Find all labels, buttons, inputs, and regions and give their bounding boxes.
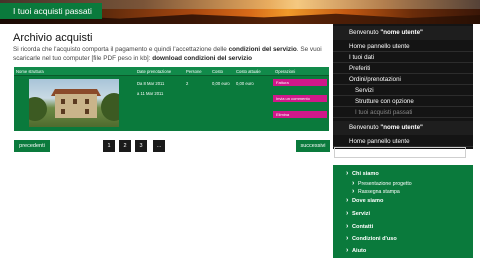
- site-menu-services[interactable]: Servizi: [346, 210, 370, 217]
- save-favorites-button[interactable]: Salva in preferiti: [334, 147, 466, 158]
- welcome-banner: Benvenuto "nome utente": [333, 26, 473, 40]
- conditions-link[interactable]: condizioni del servizio: [229, 46, 297, 53]
- col-header-persons: Persone: [186, 69, 202, 74]
- delete-button[interactable]: Elimina: [273, 111, 327, 118]
- next-page-button[interactable]: successivi: [296, 140, 330, 152]
- house: [55, 94, 97, 118]
- welcome-banner-2: Benvenuto "nome utente": [333, 121, 473, 135]
- site-menu-press[interactable]: Rassegna stampa: [352, 188, 400, 195]
- download-conditions-link[interactable]: download condizioni del servizio: [152, 55, 252, 62]
- window: [85, 99, 89, 104]
- current-cost-value: 0,00 euro: [236, 81, 254, 86]
- persons-value: 2: [186, 81, 189, 86]
- table-header: Nome struttura Date prenotazione Persone…: [14, 67, 329, 76]
- page-2-button[interactable]: 2: [119, 140, 131, 152]
- menu-services[interactable]: Servizi: [333, 85, 473, 96]
- site-menu-contacts[interactable]: Contatti: [346, 223, 373, 230]
- window: [61, 109, 65, 114]
- menu-orders[interactable]: Ordini/prenotazioni: [333, 74, 473, 85]
- intro-text: Si ricorda che l'acquisto comporta il pa…: [13, 45, 323, 63]
- cost-value: 0,00 euro: [212, 81, 230, 86]
- prev-page-button[interactable]: precedenti: [14, 140, 50, 152]
- col-header-operations: Operazioni: [275, 69, 296, 74]
- menu-favorites[interactable]: Preferiti: [333, 63, 473, 74]
- more-pages-button[interactable]: ...: [153, 140, 165, 152]
- welcome-text: Benvenuto: [349, 124, 381, 131]
- page-3-button[interactable]: 3: [135, 140, 147, 152]
- window: [85, 109, 89, 114]
- col-header-cost: Costo: [212, 69, 223, 74]
- site-menu-location[interactable]: Dove siamo: [346, 197, 383, 204]
- date-from: Da 8 Mar 2011: [137, 81, 165, 86]
- window: [73, 99, 77, 104]
- page-header-title: I tuoi acquisti passati: [0, 3, 102, 19]
- menu-your-data[interactable]: I tuoi dati: [333, 52, 473, 63]
- page-title: Archivio acquisti: [13, 32, 93, 44]
- page-1-button[interactable]: 1: [103, 140, 115, 152]
- menu-structures-option[interactable]: Strutture con opzione: [333, 96, 473, 107]
- user-name: "nome utente": [380, 29, 423, 36]
- intro-text-part: . Se vuoi: [296, 46, 322, 53]
- invoice-button[interactable]: Fattura: [273, 79, 327, 86]
- user-name: "nome utente": [380, 124, 423, 131]
- menu-home-panel[interactable]: Home pannello utente: [333, 41, 473, 52]
- intro-text-part: scaricarle nel tuo computer [file PDF pe…: [13, 55, 153, 62]
- site-menu-project[interactable]: Presentazione progetto: [352, 180, 412, 187]
- tree: [29, 97, 47, 121]
- window: [61, 99, 65, 104]
- structure-photo[interactable]: [29, 79, 119, 127]
- date-to: a 11 Mar 2011: [137, 91, 164, 96]
- purchases-table: Nome struttura Date prenotazione Persone…: [14, 67, 329, 131]
- col-header-dates: Date prenotazione: [137, 69, 172, 74]
- col-header-current-cost: Costo attuale: [236, 69, 261, 74]
- welcome-text: Benvenuto: [349, 29, 381, 36]
- send-comment-button[interactable]: Invia un commento: [273, 95, 327, 102]
- menu2-home-panel[interactable]: Home pannello utente: [333, 136, 473, 147]
- site-menu-help[interactable]: Aiuto: [346, 247, 366, 254]
- site-menu-about[interactable]: Chi siamo: [346, 170, 379, 177]
- intro-text-part: Si ricorda che l'acquisto comporta il pa…: [13, 46, 229, 53]
- col-header-structure: Nome struttura: [16, 69, 44, 74]
- tree: [101, 93, 119, 121]
- menu-past-purchases[interactable]: I tuoi acquisti passati: [333, 107, 473, 118]
- site-menu-terms[interactable]: Condizioni d'uso: [346, 235, 397, 242]
